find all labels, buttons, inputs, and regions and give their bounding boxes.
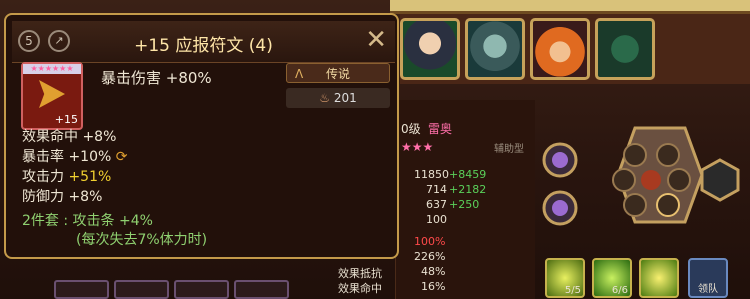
substat-1: 效果命中 +8% xyxy=(22,126,116,146)
rune-icon: ★★★★★★ +15 xyxy=(21,62,83,130)
skill-icon-2[interactable]: 6/6 xyxy=(592,258,632,298)
skill-1-level: 5/5 xyxy=(564,285,581,296)
hero-stars: ★★★ xyxy=(401,140,434,154)
rune-slot-2[interactable] xyxy=(656,143,680,167)
substat-1-name: 效果命中 xyxy=(22,129,78,145)
rune-core xyxy=(641,170,661,190)
rune-tile-3[interactable] xyxy=(174,280,229,299)
grade-label: 传说 xyxy=(325,67,350,81)
rune-level: +15 xyxy=(54,113,78,126)
substat-4-value: +8% xyxy=(68,189,103,205)
substat-3-name: 攻击力 xyxy=(22,169,64,185)
substat-2-name: 暴击率 xyxy=(22,149,64,165)
hero-name: 雷奥 xyxy=(428,122,453,136)
stat-def-bonus: +250 xyxy=(449,198,480,211)
main-stat: 暴击伤害 +80% xyxy=(101,69,212,87)
stat-hit-label: 效果命中 xyxy=(338,282,382,295)
top-bar xyxy=(390,0,750,14)
hero-portrait-2[interactable] xyxy=(465,18,525,80)
stat-hit-value: 16% xyxy=(421,280,446,293)
substat-4-name: 防御力 xyxy=(22,189,64,205)
grade-icon: Λ xyxy=(295,67,304,81)
substat-2: 暴击率 +10% ⟳ xyxy=(22,146,128,166)
close-icon[interactable]: ✕ xyxy=(365,25,387,55)
hero-portrait-4[interactable] xyxy=(595,18,655,80)
rune-tooltip: 5 ↗ +15 应报符文 (4) ✕ ★★★★★★ +15 暴击伤害 +80% … xyxy=(4,13,399,259)
substat-2-value: +10% xyxy=(68,149,112,165)
artifact-gem-1 xyxy=(552,152,568,168)
leader-button-label: 领队 xyxy=(698,284,718,295)
stat-resist-value: 48% xyxy=(421,265,446,278)
stat-def-base: 637 xyxy=(426,198,447,211)
set-note: (每次失去7%体力时) xyxy=(76,232,208,248)
rune-slot-3[interactable] xyxy=(612,168,636,192)
hero-portrait-1[interactable] xyxy=(400,18,460,80)
stat-resist-label: 效果抵抗 xyxy=(338,267,382,280)
grade-pill: Λ 传说 xyxy=(286,63,390,83)
value-label: 201 xyxy=(333,91,357,105)
hero-role: 辅助型 xyxy=(494,144,524,155)
set-bonus: 2件套 : 攻击条 +4% xyxy=(22,213,153,229)
tooltip-header: 5 ↗ +15 应报符文 (4) ✕ xyxy=(12,21,395,63)
rune-slot-4[interactable] xyxy=(667,168,691,192)
stat-hp-bonus: +8459 xyxy=(449,168,487,181)
substat-4: 防御力 +8% xyxy=(22,186,102,206)
extra-slot[interactable] xyxy=(700,158,740,202)
stat-atk-base: 714 xyxy=(426,183,447,196)
stat-hp-base: 11850 xyxy=(414,168,449,181)
rune-slot-6[interactable] xyxy=(656,193,680,217)
leader-button[interactable]: 领队 xyxy=(688,258,728,298)
hero-portrait-3[interactable] xyxy=(530,18,590,80)
rune-tile-2[interactable] xyxy=(114,280,169,299)
stat-atk-bonus: +2182 xyxy=(449,183,487,196)
skill-icon-3[interactable] xyxy=(639,258,679,298)
stat-spd-base: 100 xyxy=(426,213,447,226)
hero-level: 0级 xyxy=(401,122,421,136)
rune-slot-1[interactable] xyxy=(623,143,647,167)
rune-stars: ★★★★★★ xyxy=(23,64,81,74)
rune-slot-wheel xyxy=(542,126,740,226)
rune-title: +15 应报符文 (4) xyxy=(134,36,273,56)
reforge-icon: ⟳ xyxy=(115,149,128,165)
artifact-gem-2 xyxy=(552,200,568,216)
rune-slot-5[interactable] xyxy=(623,193,647,217)
substat-3-value: +51% xyxy=(68,169,112,185)
rune-tile-1[interactable] xyxy=(54,280,109,299)
stat-value-2: 226% xyxy=(414,250,446,263)
skill-icon-1[interactable]: 5/5 xyxy=(545,258,585,298)
drop-icon: ♨ xyxy=(319,91,334,105)
substat-3: 攻击力 +51% xyxy=(22,166,111,186)
hero-portrait-row xyxy=(400,14,750,84)
rune-glyph-icon xyxy=(39,80,65,108)
value-pill: ♨ 201 xyxy=(286,88,390,108)
rune-tile-4[interactable] xyxy=(234,280,289,299)
substat-1-value: +8% xyxy=(82,129,117,145)
stat-crit-dmg: 100% xyxy=(414,235,446,248)
skill-2-level: 6/6 xyxy=(611,285,628,296)
hero-stats-panel: 0级 雷奥 ★★★ 辅助型 11850 +8459 714 +2182 637 … xyxy=(338,100,535,299)
